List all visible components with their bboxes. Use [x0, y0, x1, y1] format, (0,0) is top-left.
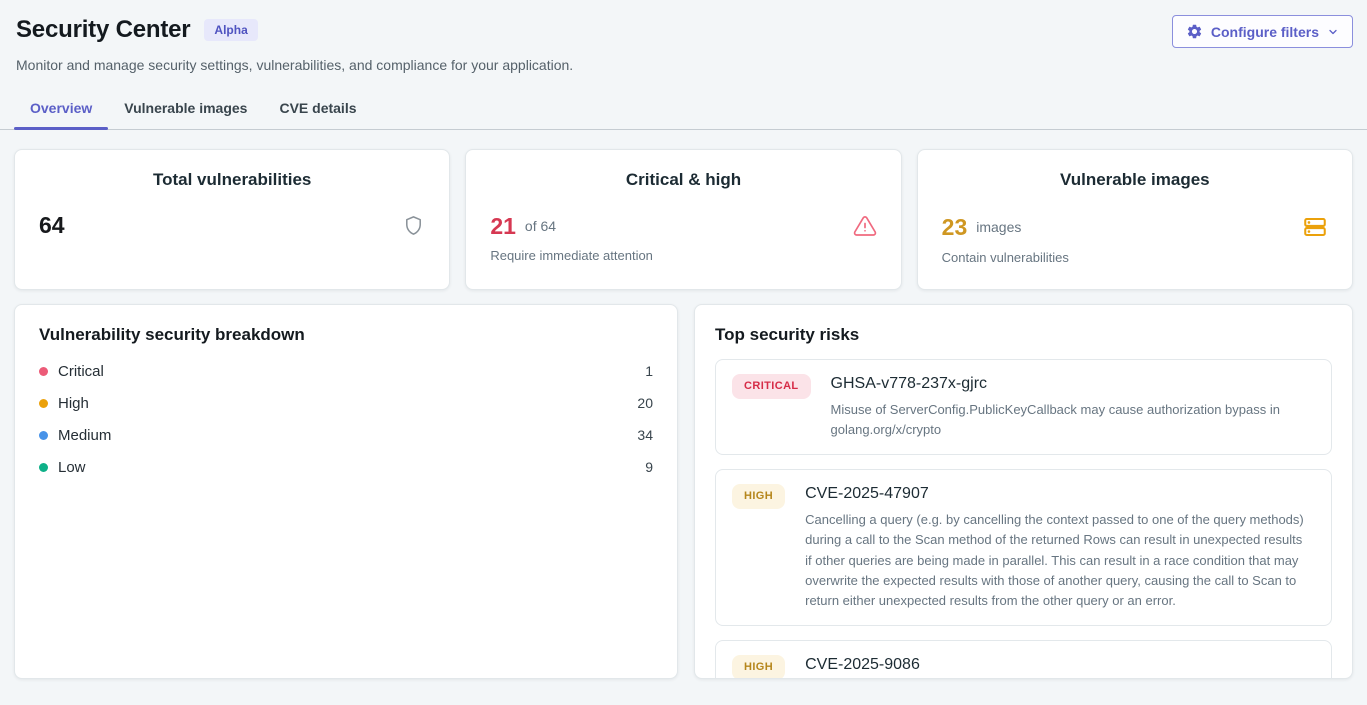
breakdown-row-medium: Medium 34 [39, 419, 653, 451]
breakdown-value: 20 [637, 395, 653, 411]
configure-filters-button[interactable]: Configure filters [1172, 15, 1353, 48]
stat-card-title: Total vulnerabilities [39, 170, 425, 190]
alert-triangle-icon [853, 214, 877, 238]
shield-icon [402, 214, 425, 237]
breakdown-title: Vulnerability security breakdown [39, 325, 653, 345]
page-subtitle: Monitor and manage security settings, vu… [16, 57, 1351, 73]
security-center-page: Security Center Alpha Configure filters … [0, 0, 1367, 705]
risk-description: Cancelling a query (e.g. by cancelling t… [805, 510, 1310, 611]
stat-subtext: Require immediate attention [490, 248, 876, 263]
risk-id: CVE-2025-47907 [805, 485, 1315, 503]
breakdown-label: Medium [58, 427, 111, 444]
severity-badge: HIGH [732, 484, 785, 509]
risk-item-cve-2025-47907[interactable]: HIGH CVE-2025-47907 Cancelling a query (… [715, 469, 1332, 626]
severity-badge: CRITICAL [732, 374, 811, 399]
breakdown-row-critical: Critical 1 [39, 355, 653, 387]
configure-filters-label: Configure filters [1211, 24, 1319, 40]
page-header: Security Center Alpha Configure filters … [0, 0, 1367, 73]
stat-subtext: Contain vulnerabilities [942, 250, 1328, 265]
risk-item-ghsa-v778-237x-gjrc[interactable]: CRITICAL GHSA-v778-237x-gjrc Misuse of S… [715, 359, 1332, 455]
page-title: Security Center [16, 16, 190, 44]
stats-row: Total vulnerabilities 64 Critical & high… [14, 149, 1353, 290]
tab-vulnerable-images[interactable]: Vulnerable images [108, 90, 263, 129]
critical-dot-icon [39, 367, 48, 376]
risk-id: GHSA-v778-237x-gjrc [831, 375, 1315, 393]
breakdown-label: Low [58, 459, 86, 476]
tab-cve-details[interactable]: CVE details [263, 90, 372, 129]
vulnerability-breakdown-panel: Vulnerability security breakdown Critica… [14, 304, 678, 679]
stat-card-critical-high: Critical & high 21 of 64 Require immedia… [465, 149, 901, 290]
breakdown-value: 9 [645, 459, 653, 475]
stat-value: 21 [490, 215, 516, 238]
server-stack-icon [1302, 214, 1328, 240]
breakdown-value: 1 [645, 363, 653, 379]
stat-card-vulnerable-images: Vulnerable images 23 images Contain vuln… [917, 149, 1353, 290]
breakdown-value: 34 [637, 427, 653, 443]
chevron-down-icon [1327, 26, 1339, 38]
breakdown-row-high: High 20 [39, 387, 653, 419]
breakdown-label: Critical [58, 363, 104, 380]
risk-id: CVE-2025-9086 [805, 656, 1315, 674]
stat-card-total-vulnerabilities: Total vulnerabilities 64 [14, 149, 450, 290]
top-risks-title: Top security risks [715, 325, 1332, 345]
stat-card-title: Vulnerable images [942, 170, 1328, 190]
risk-item-cve-2025-9086[interactable]: HIGH CVE-2025-9086 [715, 640, 1332, 679]
stat-unit: of 64 [525, 218, 556, 234]
tabs-divider [0, 129, 1367, 130]
breakdown-label: High [58, 395, 89, 412]
top-security-risks-panel: Top security risks CRITICAL GHSA-v778-23… [694, 304, 1353, 679]
stat-card-title: Critical & high [490, 170, 876, 190]
breakdown-row-low: Low 9 [39, 451, 653, 483]
medium-dot-icon [39, 431, 48, 440]
stat-value: 23 [942, 216, 968, 239]
tab-bar: Overview Vulnerable images CVE details [0, 90, 1367, 129]
tab-overview[interactable]: Overview [14, 90, 108, 129]
low-dot-icon [39, 463, 48, 472]
risk-description: Misuse of ServerConfig.PublicKeyCallback… [831, 400, 1315, 440]
stat-value: 64 [39, 214, 65, 237]
alpha-badge: Alpha [204, 19, 257, 41]
stat-unit: images [976, 219, 1021, 235]
gear-icon [1186, 23, 1203, 40]
severity-badge: HIGH [732, 655, 785, 679]
high-dot-icon [39, 399, 48, 408]
